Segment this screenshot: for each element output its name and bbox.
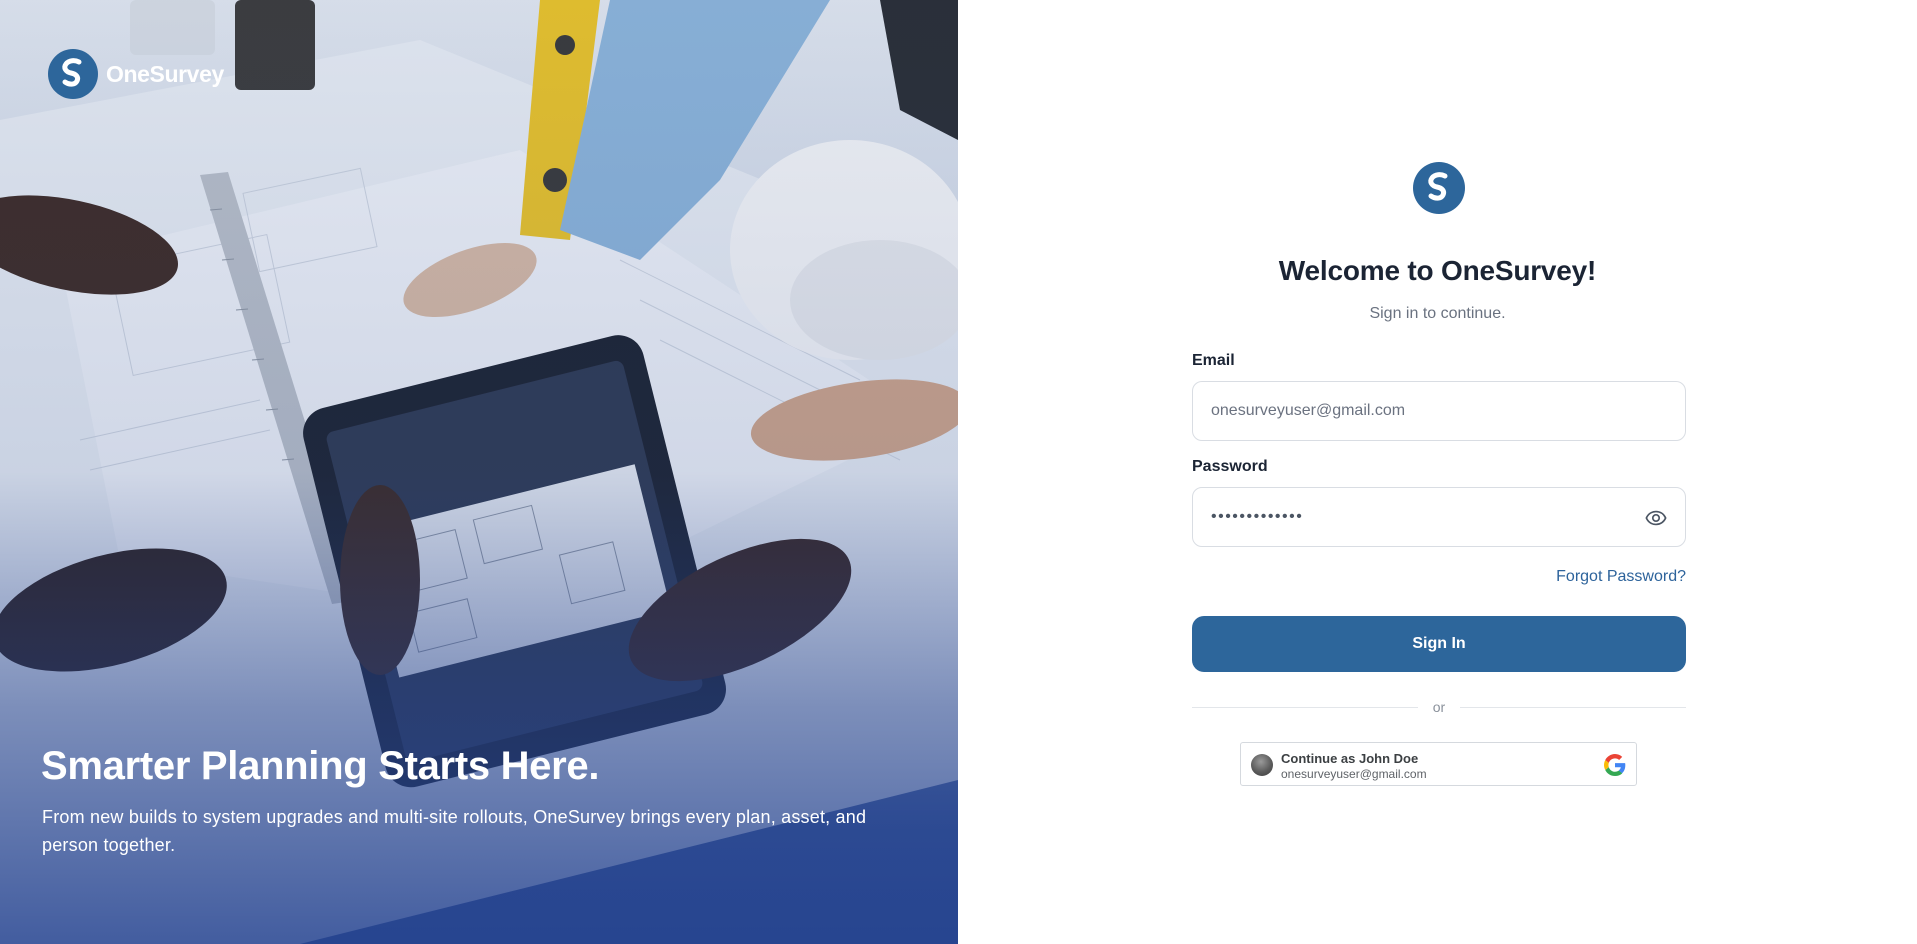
hero-panel: OneSurvey Smarter Planning Starts Here. … (0, 0, 958, 944)
google-account-name: Continue as John Doe (1281, 751, 1419, 766)
eye-icon[interactable] (1645, 507, 1667, 529)
password-label: Password (1192, 458, 1268, 475)
divider-line (1460, 707, 1686, 708)
hero-title: Smarter Planning Starts Here. (41, 744, 600, 788)
password-field[interactable]: ••••••••••••• (1192, 487, 1686, 547)
sign-in-button[interactable]: Sign In (1192, 616, 1686, 672)
onesurvey-logo-icon (1413, 162, 1465, 214)
welcome-heading: Welcome to OneSurvey! (1278, 255, 1597, 286)
email-field[interactable]: onesurveyuser@gmail.com (1192, 381, 1686, 441)
signin-subtitle: Sign in to continue. (1369, 305, 1506, 322)
signin-panel: Welcome to OneSurvey! Sign in to continu… (958, 0, 1917, 944)
brand-name: OneSurvey (106, 60, 224, 87)
email-label: Email (1192, 352, 1235, 369)
hero-subtitle: From new builds to system upgrades and m… (42, 807, 867, 855)
google-continue-button[interactable]: Continue as John Doe onesurveyuser@gmail… (1240, 742, 1637, 786)
onesurvey-logo-icon (48, 49, 98, 99)
email-value: onesurveyuser@gmail.com (1211, 402, 1406, 419)
google-account-email: onesurveyuser@gmail.com (1281, 767, 1427, 781)
or-divider: or (1192, 698, 1686, 716)
google-icon (1604, 754, 1626, 776)
forgot-password-link[interactable]: Forgot Password? (1556, 568, 1686, 586)
password-value: ••••••••••••• (1211, 508, 1304, 525)
avatar (1251, 754, 1273, 776)
brand[interactable]: OneSurvey (48, 49, 224, 99)
